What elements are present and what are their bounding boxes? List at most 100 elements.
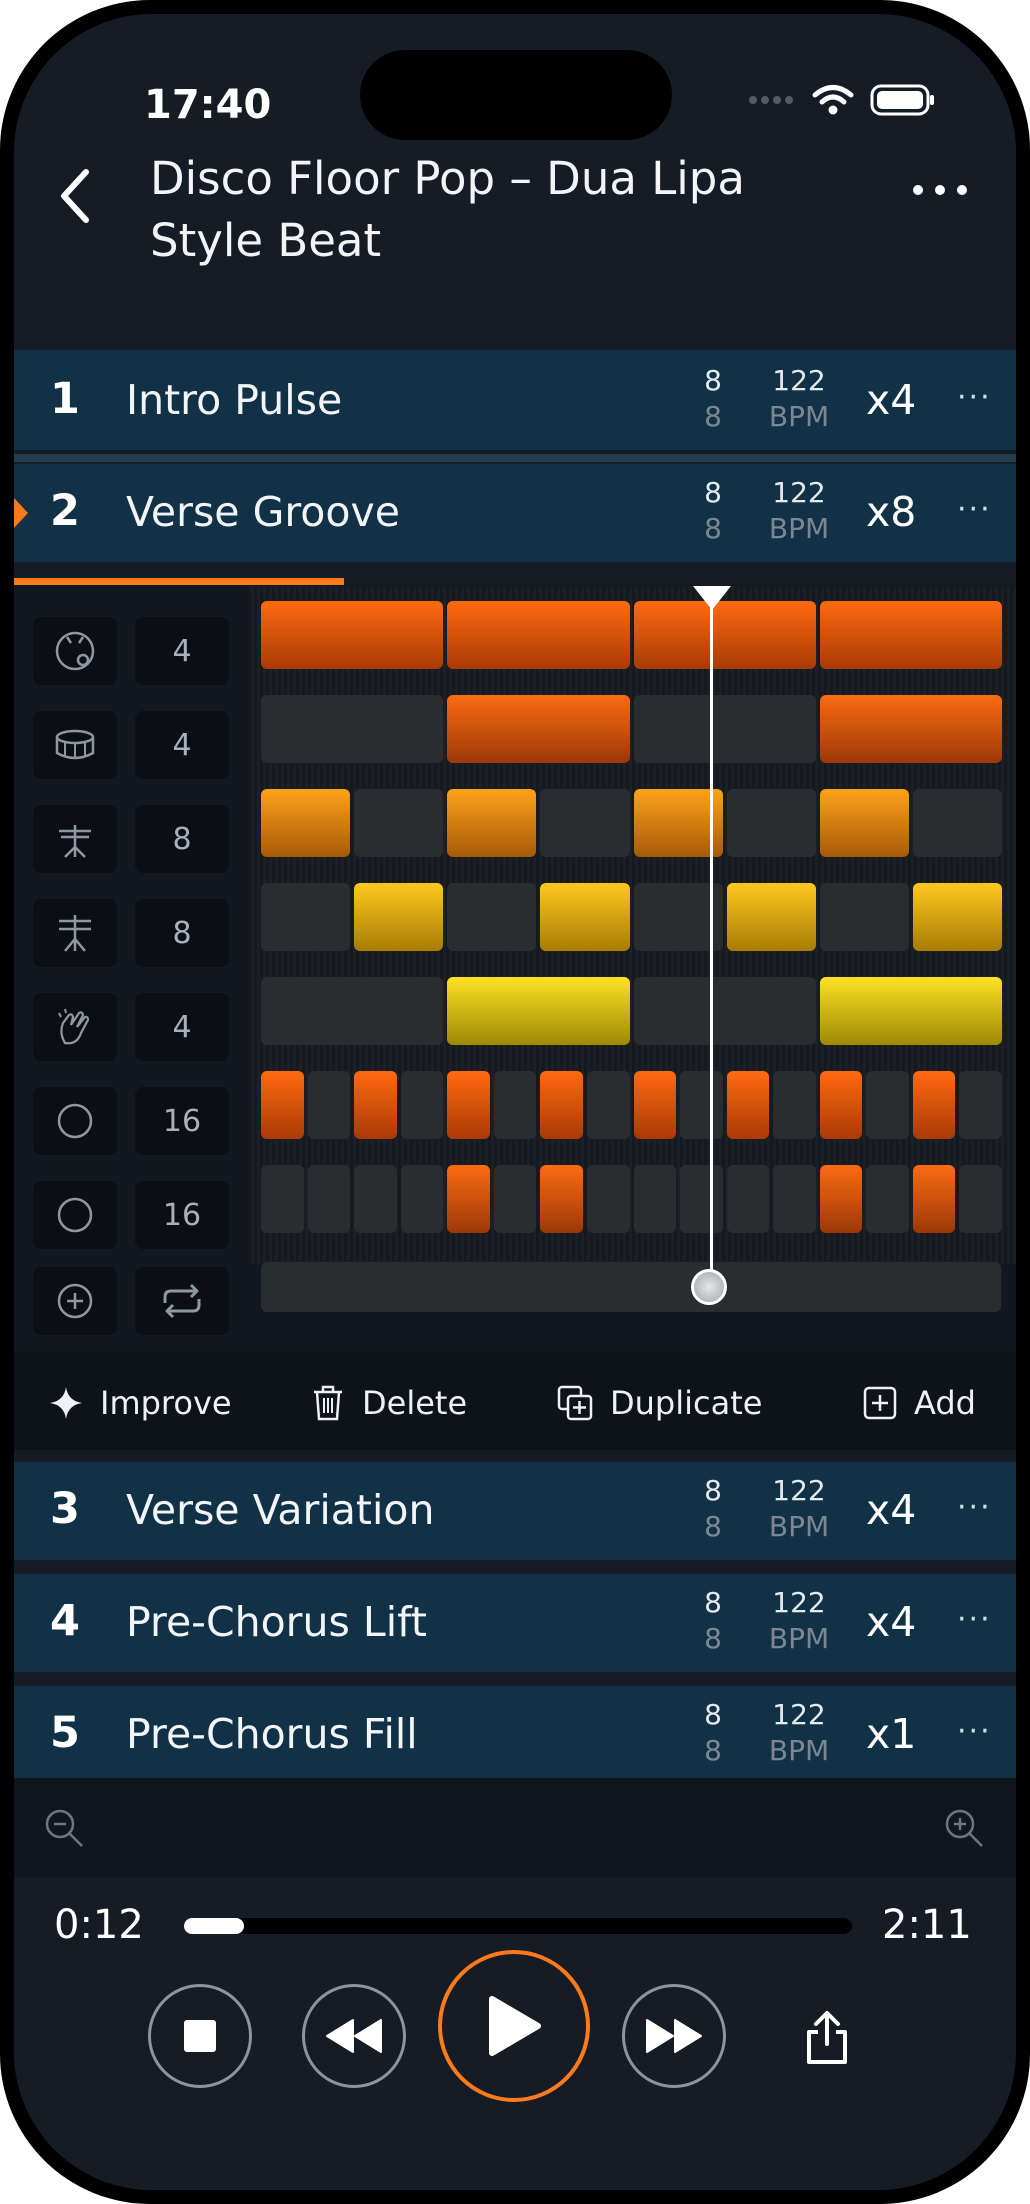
step-cell[interactable] (307, 1071, 351, 1139)
step-cell-active[interactable] (447, 695, 630, 763)
step-cell-active[interactable] (726, 1071, 770, 1139)
step-cell[interactable] (819, 883, 909, 951)
section-more-button[interactable]: ··· (957, 1714, 992, 1749)
add-track-button[interactable] (33, 1267, 117, 1335)
step-cell-active[interactable] (354, 1071, 397, 1139)
step-cell-active[interactable] (912, 1071, 956, 1139)
playhead-triangle-icon[interactable] (693, 586, 731, 610)
repeat-count[interactable]: x4 (866, 376, 916, 424)
improve-button[interactable]: Improve (48, 1384, 232, 1422)
step-cell[interactable] (586, 1165, 630, 1233)
steps-button[interactable]: 16 (135, 1181, 229, 1249)
step-cell-active[interactable] (819, 789, 909, 857)
step-cell[interactable] (773, 1165, 816, 1233)
step-cell[interactable] (493, 1165, 537, 1233)
section-more-button[interactable]: ··· (957, 1490, 992, 1525)
step-cell-active[interactable] (912, 1165, 956, 1233)
step-cell-active[interactable] (447, 789, 537, 857)
step-cell-active[interactable] (354, 883, 444, 951)
snare-drum-button[interactable] (33, 711, 117, 779)
repeat-count[interactable]: x4 (866, 1598, 916, 1646)
step-cell-active[interactable] (540, 1071, 583, 1139)
step-cell[interactable] (912, 789, 1002, 857)
step-cell[interactable] (866, 1165, 909, 1233)
rewind-button[interactable] (302, 1984, 406, 2088)
step-cell[interactable] (354, 1165, 397, 1233)
step-cell-active[interactable] (540, 1165, 583, 1233)
steps-button[interactable]: 4 (135, 711, 229, 779)
step-cell[interactable] (866, 1071, 909, 1139)
step-cell-active[interactable] (261, 601, 444, 669)
step-cell[interactable] (726, 1165, 770, 1233)
section-more-button[interactable]: ··· (957, 380, 992, 415)
fast-forward-button[interactable] (622, 1984, 726, 2088)
step-cell[interactable] (540, 789, 630, 857)
pattern-scrub-bar[interactable] (261, 1262, 1001, 1312)
section-row-3[interactable]: 3 Verse Variation 8 8 122 BPM x4 ··· (14, 1462, 1016, 1560)
repeat-count[interactable]: x1 (866, 1710, 916, 1758)
step-cell-active[interactable] (819, 695, 1002, 763)
steps-button[interactable]: 4 (135, 993, 229, 1061)
step-cell[interactable] (726, 789, 816, 857)
steps-button[interactable]: 8 (135, 899, 229, 967)
step-cell[interactable] (400, 1071, 444, 1139)
generic-instrument-button[interactable] (33, 1087, 117, 1155)
step-cell[interactable] (959, 1071, 1002, 1139)
section-more-button[interactable]: ··· (957, 1602, 992, 1637)
steps-button[interactable]: 4 (135, 617, 229, 685)
kick-drum-button[interactable] (33, 617, 117, 685)
add-button[interactable]: Add (862, 1384, 976, 1422)
step-cell-active[interactable] (261, 789, 351, 857)
step-cell[interactable] (773, 1071, 816, 1139)
zoom-out-icon[interactable] (42, 1806, 86, 1850)
step-cell[interactable] (633, 695, 816, 763)
back-chevron-icon[interactable] (56, 166, 96, 226)
steps-button[interactable]: 16 (135, 1087, 229, 1155)
step-cell-active[interactable] (540, 883, 630, 951)
hihat-button[interactable] (33, 805, 117, 873)
step-cell[interactable] (959, 1165, 1002, 1233)
step-cell-active[interactable] (819, 601, 1002, 669)
repeat-count[interactable]: x4 (866, 1486, 916, 1534)
repeat-count[interactable]: x8 (866, 488, 916, 536)
step-cell[interactable] (447, 883, 537, 951)
step-cell-active[interactable] (447, 1071, 490, 1139)
step-cell[interactable] (261, 695, 444, 763)
section-more-button[interactable]: ··· (957, 492, 992, 527)
stop-button[interactable] (148, 1984, 252, 2088)
more-options-icon[interactable] (910, 182, 970, 198)
section-row-4[interactable]: 4 Pre-Chorus Lift 8 8 122 BPM x4 ··· (14, 1574, 1016, 1672)
step-cell-active[interactable] (633, 601, 816, 669)
play-button[interactable] (438, 1950, 590, 2102)
step-cell[interactable] (307, 1165, 351, 1233)
step-cell-active[interactable] (819, 1165, 863, 1233)
step-cell-active[interactable] (819, 977, 1002, 1045)
step-cell[interactable] (680, 1071, 723, 1139)
section-row-5[interactable]: 5 Pre-Chorus Fill 8 8 122 BPM x1 ··· (14, 1686, 1016, 1778)
step-cell[interactable] (261, 1165, 304, 1233)
step-cell-active[interactable] (912, 883, 1002, 951)
step-cell[interactable] (633, 977, 816, 1045)
step-cell[interactable] (586, 1071, 630, 1139)
step-cell-active[interactable] (447, 1165, 490, 1233)
step-cell[interactable] (261, 977, 444, 1045)
step-cell[interactable] (400, 1165, 444, 1233)
step-cell[interactable] (354, 789, 444, 857)
step-cell-active[interactable] (819, 1071, 863, 1139)
clap-button[interactable] (33, 993, 117, 1061)
delete-button[interactable]: Delete (310, 1384, 467, 1422)
zoom-in-icon[interactable] (942, 1806, 986, 1850)
step-cell-active[interactable] (726, 883, 816, 951)
step-cell-active[interactable] (447, 977, 630, 1045)
step-cell[interactable] (493, 1071, 537, 1139)
playhead-handle[interactable] (691, 1269, 727, 1305)
playback-progress-track[interactable] (184, 1918, 852, 1934)
loop-button[interactable] (135, 1267, 229, 1335)
duplicate-button[interactable]: Duplicate (556, 1384, 762, 1422)
steps-button[interactable]: 8 (135, 805, 229, 873)
step-cell[interactable] (633, 1165, 677, 1233)
step-cell[interactable] (261, 883, 351, 951)
generic-instrument-button[interactable] (33, 1181, 117, 1249)
step-cell-active[interactable] (261, 1071, 304, 1139)
step-cell[interactable] (680, 1165, 723, 1233)
